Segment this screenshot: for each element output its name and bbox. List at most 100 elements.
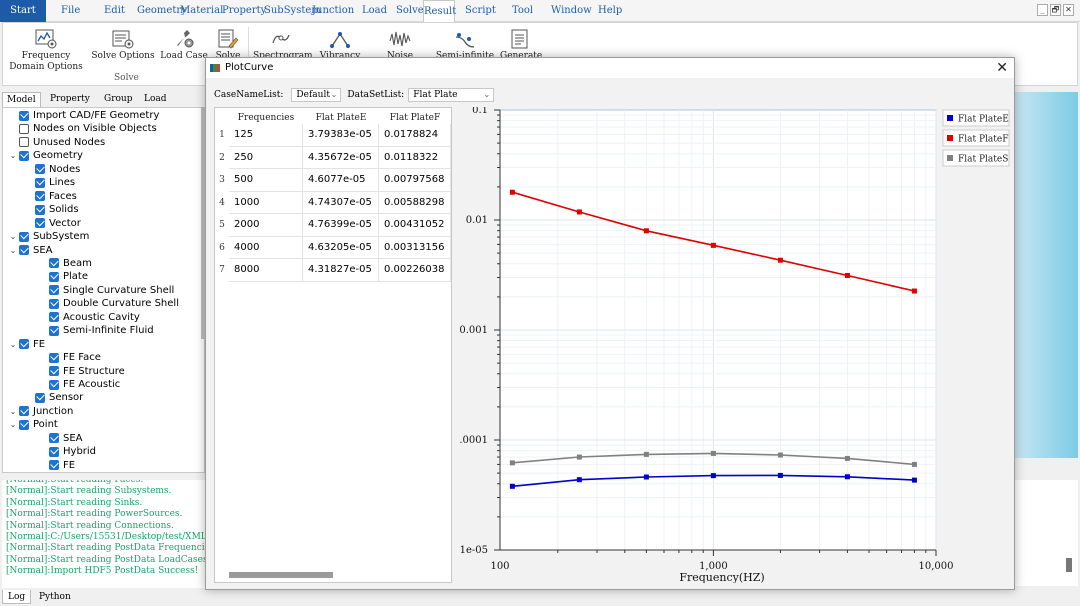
tree-checkbox[interactable]	[49, 325, 59, 336]
tree-checkbox[interactable]	[19, 150, 29, 161]
tree-checkbox[interactable]	[49, 352, 59, 363]
menu-file[interactable]: File	[61, 0, 80, 22]
menu-material[interactable]: Material	[180, 0, 223, 22]
table-cell[interactable]: 8000	[229, 259, 303, 282]
chevron-down-icon[interactable]: ⌄	[7, 244, 19, 257]
table-cell[interactable]: 3.79383e-05	[303, 124, 379, 147]
tree-item[interactable]: Double Curvature Shell	[49, 297, 179, 310]
tree-checkbox[interactable]	[49, 446, 59, 457]
table-cell[interactable]: 4000	[229, 236, 303, 259]
tree-item[interactable]: Faces	[35, 190, 77, 203]
menu-result[interactable]: Result	[423, 0, 456, 23]
tree-checkbox[interactable]	[35, 191, 45, 202]
tree-checkbox[interactable]	[49, 379, 59, 390]
close-button[interactable]: ✕	[1063, 4, 1074, 16]
tree-item[interactable]: ⌄ Junction	[7, 405, 74, 418]
tree-item[interactable]: ⌄ Point	[7, 418, 58, 431]
table-cell[interactable]: 0.00797568	[379, 169, 451, 192]
solve-options-button[interactable]: Solve Options	[89, 23, 157, 75]
tree-item[interactable]: ⌄ Geometry	[7, 149, 83, 162]
chevron-down-icon[interactable]: ⌄	[7, 418, 19, 431]
menu-window[interactable]: Window	[551, 0, 592, 22]
tree-checkbox[interactable]	[19, 123, 29, 134]
tree-item[interactable]: FE	[49, 459, 75, 472]
frequency-domain-options-button[interactable]: Frequency Domain Options	[6, 23, 86, 75]
table-cell[interactable]: 500	[229, 169, 303, 192]
table-cell[interactable]: 0.0178824	[379, 124, 451, 147]
table-cell[interactable]: 1000	[229, 191, 303, 214]
tree-item[interactable]: Single Curvature Shell	[46, 283, 200, 297]
tree-item[interactable]: FE Face	[49, 351, 101, 364]
tree-item[interactable]: Vector	[35, 217, 81, 230]
tree-item[interactable]: ⌄ SubSystem	[7, 230, 90, 243]
tree-checkbox[interactable]	[49, 271, 59, 282]
tree-item[interactable]: Hybrid	[49, 445, 96, 458]
tree-checkbox[interactable]	[49, 460, 59, 471]
table-cell[interactable]: 4.63205e-05	[303, 236, 379, 259]
tree-item[interactable]: Sensor	[35, 391, 83, 404]
case-name-select[interactable]: Default ⌄	[291, 88, 342, 102]
3d-viewport[interactable]	[1015, 92, 1078, 458]
tree-item[interactable]: Import CAD/FE Geometry	[19, 109, 159, 122]
tree-item[interactable]: FE Structure	[49, 365, 125, 378]
table-horizontal-scrollbar[interactable]	[229, 572, 333, 578]
chevron-down-icon[interactable]: ⌄	[7, 338, 19, 351]
dataset-select[interactable]: Flat Plate ⌄	[408, 88, 495, 102]
menu-solve[interactable]: Solve	[396, 0, 424, 22]
tree-checkbox[interactable]	[19, 245, 29, 255]
menu-edit[interactable]: Edit	[104, 0, 125, 22]
table-cell[interactable]: 125	[229, 124, 303, 147]
chevron-down-icon[interactable]: ⌄	[7, 230, 19, 243]
tree-scrollbar[interactable]	[201, 107, 204, 339]
curve-chart[interactable]: 1001,00010,0000.10.010.0010.00011e-05Fre…	[460, 107, 1010, 583]
tree-item[interactable]: Lines	[35, 176, 75, 189]
table-cell[interactable]: 4.31827e-05	[303, 259, 379, 282]
tree-checkbox[interactable]	[35, 218, 45, 229]
log-scrollbar[interactable]	[1066, 558, 1072, 572]
tree-item[interactable]: SEA	[49, 432, 83, 445]
tree-item[interactable]: Plate	[49, 270, 88, 283]
menu-junction[interactable]: Junction	[312, 0, 354, 22]
tree-checkbox[interactable]	[35, 392, 45, 403]
table-cell[interactable]: 0.0118322	[379, 146, 451, 169]
tree-checkbox[interactable]	[19, 110, 29, 121]
tree-checkbox[interactable]	[49, 258, 59, 269]
menu-help[interactable]: Help	[598, 0, 622, 22]
tree-item[interactable]: Solids	[35, 203, 79, 216]
tree-checkbox[interactable]	[35, 204, 45, 215]
tree-item[interactable]: FE Acoustic	[49, 378, 120, 391]
table-cell[interactable]: 4.6077e-05	[303, 169, 379, 192]
tab-load[interactable]: Load	[140, 92, 171, 107]
tab-group[interactable]: Group	[100, 92, 136, 107]
tree-checkbox[interactable]	[19, 231, 29, 242]
load-case-button[interactable]: Load Case	[160, 23, 208, 75]
table-cell[interactable]: 0.00226038	[379, 259, 451, 282]
tree-checkbox[interactable]	[19, 406, 29, 417]
table-cell[interactable]: 4.35672e-05	[303, 146, 379, 169]
tree-item[interactable]: ⌄ SEA	[7, 244, 53, 257]
table-cell[interactable]: 4.76399e-05	[303, 214, 379, 237]
table-cell[interactable]: 4.74307e-05	[303, 191, 379, 214]
tree-item[interactable]: Semi-Infinite Fluid	[49, 324, 154, 337]
close-icon[interactable]: ✕	[996, 59, 1008, 77]
dialog-titlebar[interactable]: PlotCurve ✕	[206, 58, 1014, 78]
chevron-down-icon[interactable]: ⌄	[7, 149, 19, 162]
tree-checkbox[interactable]	[49, 433, 59, 444]
table-cell[interactable]: 2000	[229, 214, 303, 237]
menu-property[interactable]: Property	[222, 0, 266, 22]
tab-python[interactable]: Python	[34, 590, 76, 604]
tree-checkbox[interactable]	[19, 137, 29, 148]
menu-tool[interactable]: Tool	[512, 0, 533, 22]
tab-model[interactable]: Model	[2, 92, 41, 107]
tree-checkbox[interactable]	[49, 312, 59, 323]
menu-load[interactable]: Load	[362, 0, 387, 22]
tree-checkbox[interactable]	[49, 298, 59, 309]
tab-property[interactable]: Property	[46, 92, 94, 107]
tree-item[interactable]: Nodes on Visible Objects	[19, 122, 157, 135]
tree-checkbox[interactable]	[35, 177, 45, 188]
tree-item[interactable]: Unused Nodes	[19, 136, 105, 149]
chevron-down-icon[interactable]: ⌄	[7, 405, 19, 418]
tree-item[interactable]: Acoustic Cavity	[49, 311, 140, 324]
tree-item[interactable]: Beam	[49, 257, 92, 270]
tree-item[interactable]: ⌄ FE	[7, 338, 45, 351]
